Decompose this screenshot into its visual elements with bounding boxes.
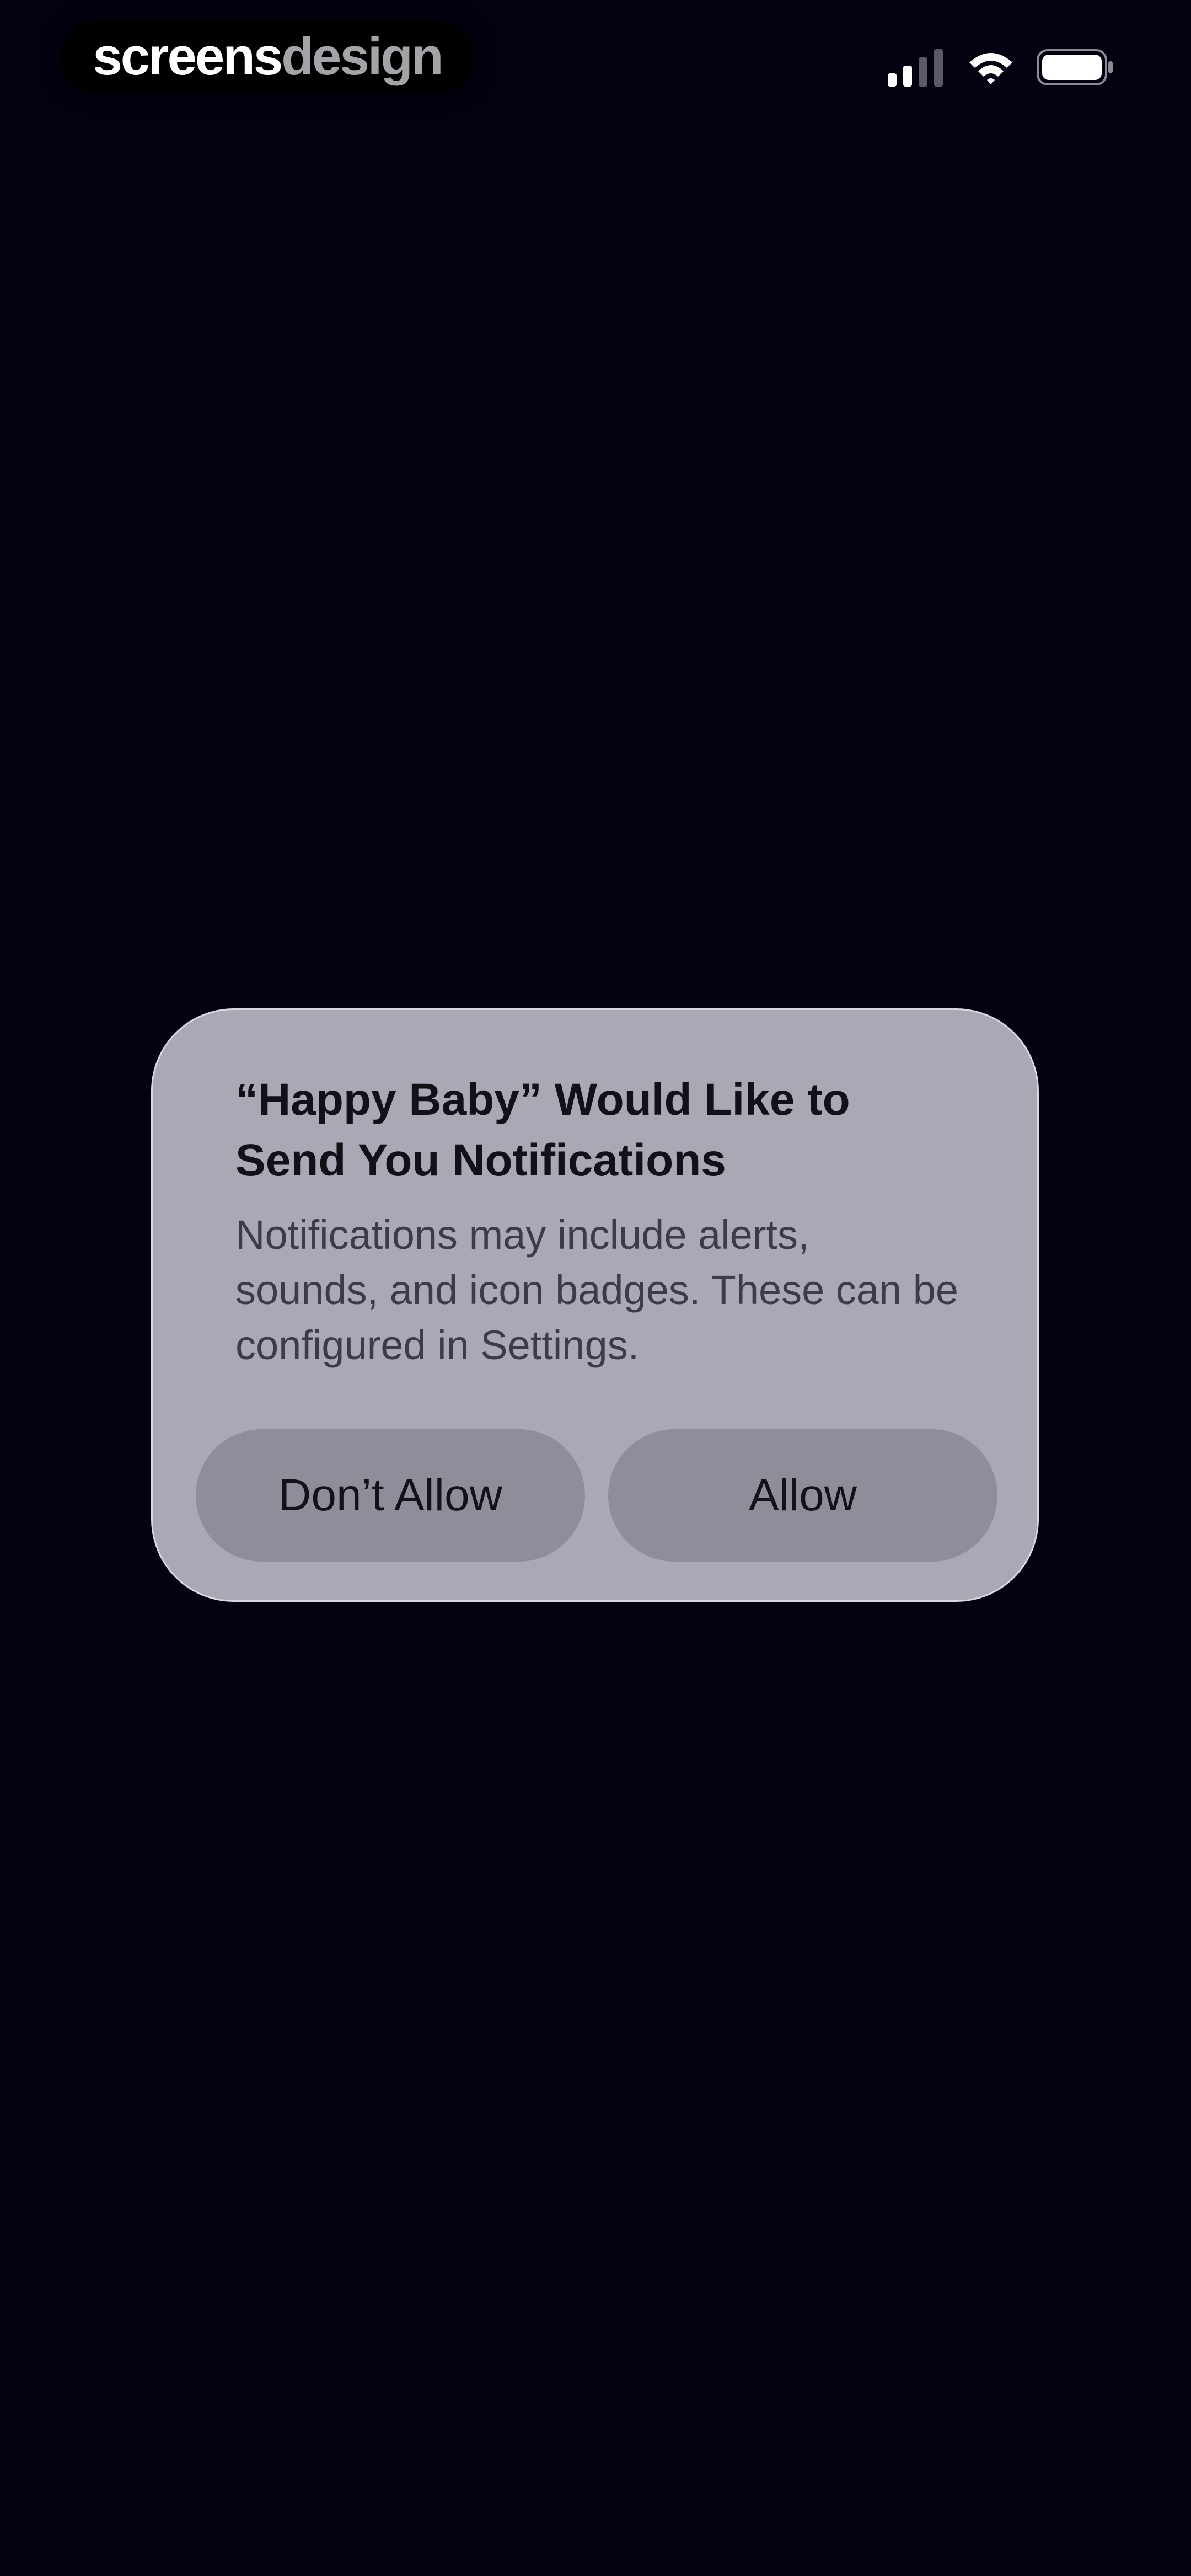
battery-icon bbox=[1037, 49, 1113, 85]
screen: screens design “Happy Baby” Would Like to… bbox=[0, 0, 1191, 2576]
alert-title: “Happy Baby” Would Like to Send You Noti… bbox=[235, 1075, 850, 1185]
dont-allow-button[interactable]: Don’t Allow bbox=[196, 1429, 585, 1562]
cellular-signal-icon bbox=[888, 49, 943, 87]
status-bar-icons bbox=[888, 44, 1114, 90]
allow-button[interactable]: Allow bbox=[608, 1429, 997, 1562]
alert-message: Notifications may include alerts, sounds… bbox=[235, 1212, 959, 1368]
notification-permission-alert: “Happy Baby” Would Like to Send You Noti… bbox=[151, 1008, 1039, 1602]
wifi-icon bbox=[969, 53, 1012, 84]
brand-text-part2: design bbox=[281, 27, 443, 86]
brand-text-part1: screens bbox=[93, 27, 283, 86]
screensdesign-watermark: screens design bbox=[61, 21, 474, 93]
